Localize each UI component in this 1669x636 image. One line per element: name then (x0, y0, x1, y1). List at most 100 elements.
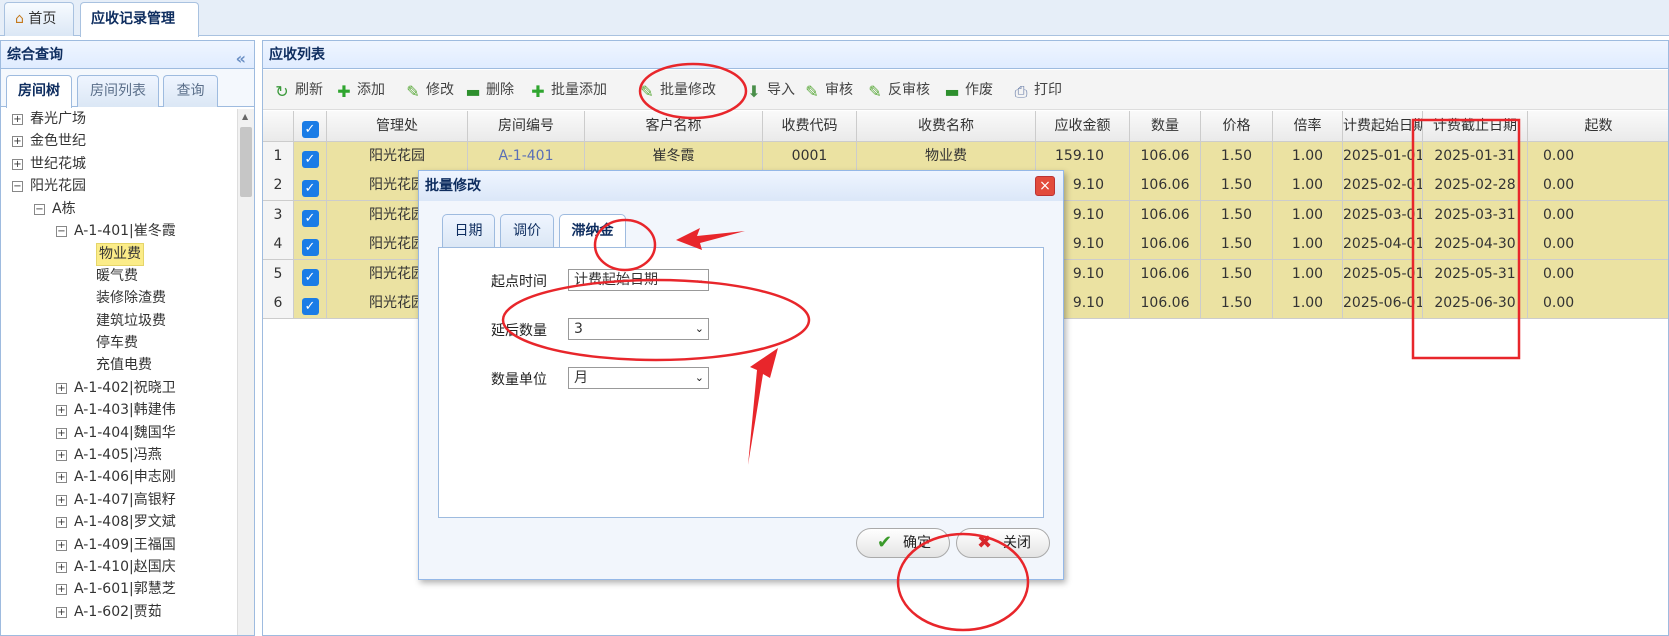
dialog-close-icon[interactable]: × (1035, 176, 1055, 196)
tree-scrollbar[interactable]: ▲ (237, 109, 254, 635)
toolbar-button-delete[interactable]: ▬ 删除 (464, 78, 514, 102)
column-header[interactable]: 客户名称 (585, 111, 763, 142)
left-panel: 综合查询 « 房间树 房间列表 查询 + 春光广场 + 金色世纪 + 世纪花城 − 阳光花园 −… (0, 40, 255, 636)
column-header[interactable] (263, 111, 294, 142)
table-cell: 2025-02-01 (1343, 171, 1423, 202)
delay-count-select[interactable]: 3 ⌄ (568, 318, 709, 340)
row-checkbox[interactable]: ✓ (294, 230, 327, 261)
table-cell: 0.00 (1528, 200, 1668, 231)
table-cell: 1.50 (1201, 200, 1273, 231)
expand-icon[interactable]: + (12, 136, 23, 148)
row-checkbox[interactable]: ✓ (294, 142, 327, 172)
table-row[interactable]: 1 ✓ 阳光花园 A-1-401 崔冬霞 0001 物业费 159.10 106.06 1.50 1… (263, 142, 1668, 173)
tab-receivable-management[interactable]: 应收记录管理× (80, 2, 199, 59)
table-cell: 0001 (763, 142, 857, 172)
right-panel-header: 应收列表 (263, 41, 1668, 69)
row-checkbox[interactable]: ✓ (294, 200, 327, 231)
approve-icon: ✎ (805, 82, 819, 101)
collapse-node-icon[interactable]: − (34, 203, 45, 215)
select-all-checkbox[interactable]: ✓ (294, 111, 327, 142)
column-header[interactable]: 数量 (1130, 111, 1201, 142)
toolbar-button-void[interactable]: ▬ 作废 (943, 78, 993, 102)
column-header[interactable]: 起数 (1528, 111, 1668, 142)
toolbar-button-edit[interactable]: ✎ 修改 (404, 78, 454, 102)
expand-icon[interactable]: + (56, 562, 67, 573)
table-cell: 0.00 (1528, 230, 1668, 261)
column-header[interactable]: 房间编号 (468, 111, 585, 142)
expand-icon[interactable]: + (56, 427, 67, 439)
tab-room-list[interactable]: 房间列表 (77, 75, 159, 107)
expand-icon[interactable]: + (56, 405, 67, 417)
table-cell: 106.06 (1130, 171, 1201, 202)
confirm-button[interactable]: ✔ 确定 (856, 528, 950, 558)
table-cell: 1.00 (1273, 200, 1343, 231)
toolbar-button-unapprove[interactable]: ✎ 反审核 (866, 78, 930, 102)
tab-room-tree[interactable]: 房间树 (6, 75, 72, 108)
toolbar-button-label: 导入 (767, 82, 795, 98)
expand-icon[interactable]: + (12, 114, 23, 125)
close-button[interactable]: ✖ 关闭 (956, 528, 1050, 558)
table-cell: 0.00 (1528, 171, 1668, 202)
toolbar-button-batch-edit[interactable]: ✎ 批量修改 (638, 78, 716, 102)
table-cell: 阳光花园 (327, 142, 468, 172)
expand-icon[interactable]: + (56, 450, 67, 461)
column-header[interactable]: 收费代码 (763, 111, 857, 142)
row-checkbox[interactable]: ✓ (294, 259, 327, 290)
tree-node-label: 世纪花城 (30, 155, 86, 172)
expand-icon[interactable]: + (56, 517, 67, 529)
expand-icon[interactable]: + (12, 158, 23, 170)
column-header[interactable]: 倍率 (1273, 111, 1343, 142)
unit-select[interactable]: 月 ⌄ (568, 367, 709, 389)
column-header[interactable]: 收费名称 (857, 111, 1036, 142)
expand-icon[interactable]: + (56, 472, 67, 484)
toolbar-button-import[interactable]: ⬇ 导入 (745, 78, 795, 102)
toolbar-button-label: 修改 (426, 82, 454, 98)
expand-icon[interactable]: + (56, 606, 67, 618)
row-number: 5 (263, 259, 294, 290)
start-time-select[interactable]: 计费起始日期 ⌄ (568, 269, 709, 291)
column-header[interactable]: 价格 (1201, 111, 1273, 142)
tab-query[interactable]: 查询 (163, 75, 218, 107)
expand-icon[interactable]: + (56, 539, 67, 551)
tree-node-label: A-1-401|崔冬霞 (74, 223, 176, 239)
collapse-node-icon[interactable]: − (56, 226, 67, 237)
expand-icon[interactable]: + (56, 382, 67, 394)
unit-value: 月 (574, 370, 588, 386)
expand-icon[interactable]: + (56, 584, 67, 596)
tree-node-label: 阳光花园 (30, 178, 86, 195)
column-header[interactable]: 计费起始日期 (1343, 111, 1423, 142)
toolbar-button-print[interactable]: ⎙ 打印 (1012, 78, 1062, 102)
dialog-title: 批量修改 (425, 178, 481, 194)
tree-node-label: 建筑垃圾费 (96, 312, 166, 329)
add-icon: ✚ (337, 82, 351, 101)
collapse-node-icon[interactable]: − (12, 181, 23, 193)
column-header[interactable]: 应收金额 (1036, 111, 1130, 142)
table-cell: 2025-01-01 (1343, 142, 1423, 172)
toolbar-button-label: 批量添加 (551, 82, 607, 98)
tab-late-fee[interactable]: 滞纳金 (559, 214, 626, 248)
table-cell: 1.00 (1273, 171, 1343, 202)
scrollbar-thumb[interactable] (240, 127, 252, 197)
row-checkbox[interactable]: ✓ (294, 289, 327, 319)
tree-node-label: 停车费 (96, 335, 138, 351)
tree-node-label: A-1-407|高银籽 (74, 491, 176, 508)
toolbar-button-add[interactable]: ✚ 添加 (335, 78, 385, 102)
tab-date[interactable]: 日期 (442, 214, 495, 247)
tab-price-adjust[interactable]: 调价 (500, 214, 554, 247)
table-cell: 106.06 (1130, 142, 1201, 172)
row-number: 6 (263, 289, 294, 319)
toolbar-button-batch-add[interactable]: ✚ 批量添加 (529, 78, 607, 102)
row-number: 2 (263, 171, 294, 202)
column-header[interactable]: 管理处 (327, 111, 468, 142)
tab-home[interactable]: ⌂ 首页 (4, 2, 74, 36)
row-checkbox[interactable]: ✓ (294, 171, 327, 202)
scroll-up-icon[interactable]: ▲ (242, 112, 248, 121)
expand-icon[interactable]: + (56, 494, 67, 506)
dialog-header: 批量修改 (419, 171, 1063, 201)
table-cell: 106.06 (1130, 230, 1201, 261)
tree-node-label: A栋 (52, 200, 76, 217)
chevron-down-icon: ⌄ (694, 322, 704, 335)
column-header[interactable]: 计费截止日期 (1423, 111, 1528, 142)
toolbar-button-refresh[interactable]: ↻ 刷新 (273, 78, 323, 102)
toolbar-button-approve[interactable]: ✎ 审核 (803, 78, 853, 102)
